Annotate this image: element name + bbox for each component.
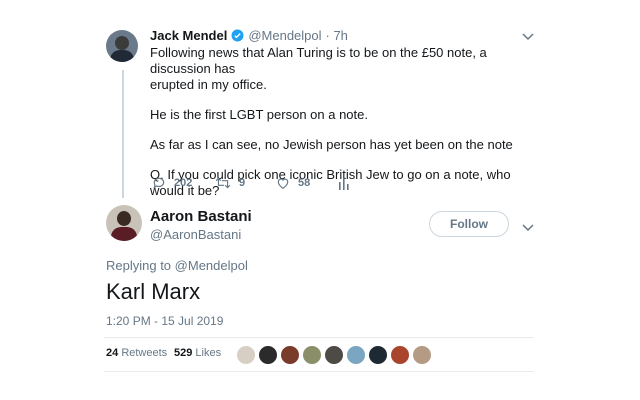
tweet2-text: Karl Marx [106, 279, 201, 304]
tweet1-line: erupted in my office. [150, 77, 267, 92]
analytics-action[interactable] [338, 176, 350, 190]
retweet-action[interactable]: 9 [215, 176, 245, 190]
retweet-count: 9 [239, 177, 246, 189]
chevron-down-icon[interactable] [522, 30, 534, 44]
liker-avatar[interactable] [368, 345, 388, 365]
liker-avatar[interactable] [236, 345, 256, 365]
divider [104, 337, 534, 338]
retweets-count: 24 [106, 347, 119, 359]
replying-to-handle[interactable]: @Mendelpol [175, 258, 248, 273]
tweet1-author-name[interactable]: Jack Mendel [150, 28, 227, 43]
analytics-icon [339, 178, 349, 190]
reply-action[interactable]: 202 [152, 176, 192, 190]
tweet1-line: Following news that Alan Turing is to be… [150, 45, 487, 76]
replying-to: Replying to @Mendelpol [106, 258, 248, 273]
chevron-down-icon[interactable] [522, 221, 534, 235]
likes-stat[interactable]: 529 Likes [174, 347, 221, 359]
thread-connector-line [122, 70, 124, 198]
tweet2-author-handle[interactable]: @AaronBastani [150, 227, 241, 242]
liker-avatar[interactable] [324, 345, 344, 365]
tweet2-timestamp[interactable]: 1:20 PM - 15 Jul 2019 [106, 314, 223, 328]
aaron-bastani-avatar[interactable] [106, 205, 142, 241]
retweet-icon [215, 177, 231, 189]
like-count: 58 [298, 177, 311, 189]
reply-icon [153, 177, 165, 190]
follow-button[interactable]: Follow [429, 211, 509, 237]
liker-avatar[interactable] [302, 345, 322, 365]
tweet1-time[interactable]: · 7h [326, 28, 348, 43]
liker-avatar[interactable] [280, 345, 300, 365]
liker-avatar[interactable] [390, 345, 410, 365]
liker-avatar[interactable] [346, 345, 366, 365]
tweet1-line: As far as I can see, no Jewish person ha… [150, 137, 513, 152]
liker-avatar[interactable] [258, 345, 278, 365]
like-action[interactable]: 58 [276, 176, 310, 190]
like-icon [277, 178, 289, 189]
reply-count: 202 [174, 177, 193, 189]
likes-label: Likes [195, 347, 222, 359]
verified-badge-icon [231, 29, 244, 42]
tweet2-author-name[interactable]: Aaron Bastani [150, 208, 252, 225]
retweets-label: Retweets [121, 347, 168, 359]
replying-to-label: Replying to [106, 258, 172, 273]
tweet1-line: He is the first LGBT person on a note. [150, 107, 368, 122]
retweets-stat[interactable]: 24 Retweets [106, 347, 167, 359]
divider [104, 371, 534, 372]
likes-count: 529 [174, 347, 193, 359]
liker-avatar[interactable] [412, 345, 432, 365]
tweet1-author-handle[interactable]: @Mendelpol [248, 28, 321, 43]
jack-mendel-avatar[interactable] [106, 30, 138, 62]
